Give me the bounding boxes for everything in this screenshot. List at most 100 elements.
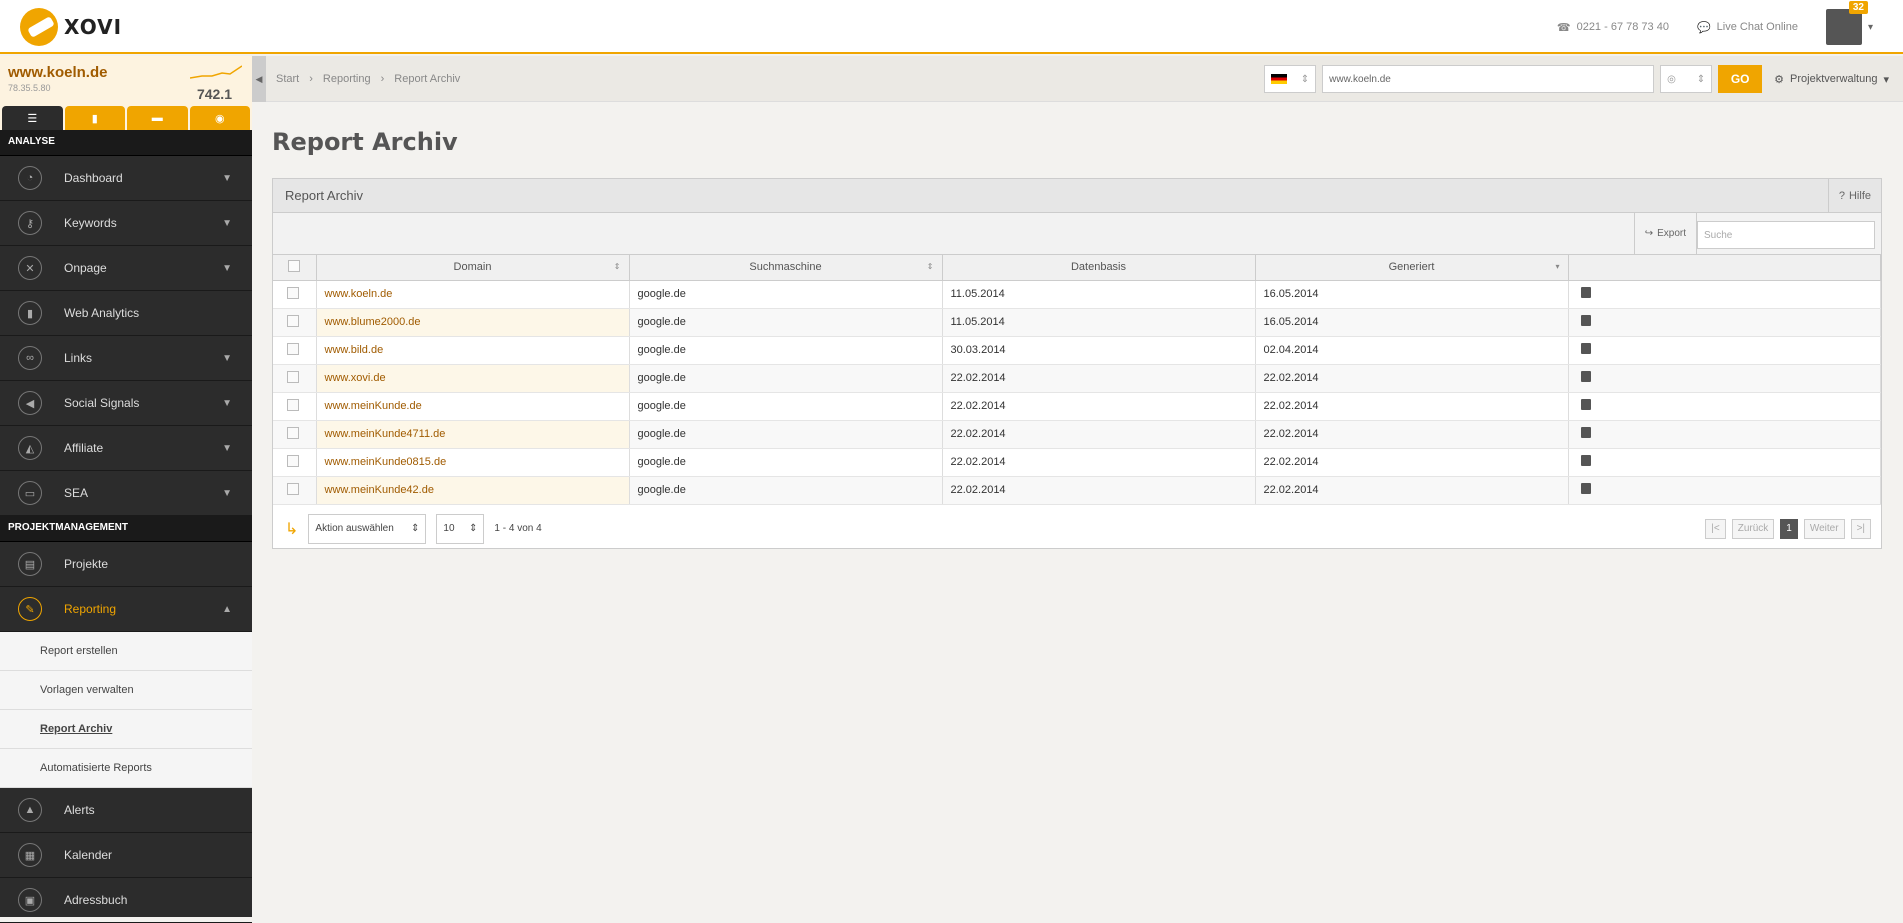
chevron-down-icon[interactable]: ▾ [1868, 22, 1873, 33]
help-button[interactable]: ?Hilfe [1828, 179, 1881, 212]
live-chat-link[interactable]: 💬Live Chat Online [1697, 21, 1798, 34]
bulk-action-select[interactable]: Aktion auswählen⇕ [308, 514, 426, 544]
projektverwaltung-menu[interactable]: ⚙Projektverwaltung▾ [1774, 73, 1889, 86]
engine-select[interactable]: ◎⇕ [1660, 65, 1712, 93]
row-checkbox-cell[interactable] [273, 476, 316, 504]
subnav-report-archiv[interactable]: Report Archiv [0, 710, 252, 749]
breadcrumb-start[interactable]: Start [276, 73, 299, 85]
pdf-download-icon[interactable] [1581, 483, 1591, 494]
country-select[interactable]: ⇕ [1264, 65, 1316, 93]
prev-page-button[interactable]: Zurück [1732, 519, 1775, 539]
row-checkbox[interactable] [287, 455, 299, 467]
domain-link[interactable]: www.meinKunde4711.de [316, 420, 629, 448]
sidebar-item-projekte[interactable]: ▤Projekte [0, 542, 252, 587]
updown-icon: ⇕ [1301, 74, 1309, 85]
pdf-download-icon[interactable] [1581, 399, 1591, 410]
export-button[interactable]: ↪Export [1634, 213, 1697, 254]
tab-users-icon[interactable]: ◉ [190, 106, 251, 130]
sidebar-item-web-analytics[interactable]: ▮Web Analytics [0, 291, 252, 336]
domain-link[interactable]: www.meinKunde42.de [316, 476, 629, 504]
row-checkbox[interactable] [287, 315, 299, 327]
row-checkbox-cell[interactable] [273, 308, 316, 336]
sidebar-item-alerts[interactable]: ▲Alerts [0, 788, 252, 833]
tab-list-icon[interactable]: ☰ [2, 106, 63, 130]
pdf-cell[interactable] [1568, 448, 1881, 476]
row-checkbox[interactable] [287, 287, 299, 299]
row-checkbox[interactable] [287, 343, 299, 355]
project-summary[interactable]: www.koeln.de 78.35.5.80 742.1 [0, 56, 252, 106]
pdf-cell[interactable] [1568, 476, 1881, 504]
table-row: www.xovi.degoogle.de22.02.201422.02.2014 [273, 364, 1881, 392]
sidebar-item-keywords[interactable]: ⚷Keywords▼ [0, 201, 252, 246]
row-checkbox-cell[interactable] [273, 336, 316, 364]
xovi-logo[interactable]: XOVI [20, 8, 122, 46]
domain-link[interactable]: www.meinKunde0815.de [316, 448, 629, 476]
row-checkbox-cell[interactable] [273, 448, 316, 476]
domain-link[interactable]: www.blume2000.de [316, 308, 629, 336]
main-content: ◀ Start› Reporting› Report Archiv ⇕ www.… [252, 56, 1903, 917]
pdf-cell[interactable] [1568, 308, 1881, 336]
avatar[interactable]: 32 [1826, 9, 1862, 45]
top-bar: XOVI ☎0221 - 67 78 73 40 💬Live Chat Onli… [0, 0, 1903, 54]
row-checkbox-cell[interactable] [273, 420, 316, 448]
next-page-button[interactable]: Weiter [1804, 519, 1845, 539]
sidebar-item-label: Kalender [64, 848, 112, 862]
row-checkbox[interactable] [287, 427, 299, 439]
pdf-download-icon[interactable] [1581, 315, 1591, 326]
column-label: Suchmaschine [749, 261, 821, 273]
sidebar-toggle-icon[interactable]: ◀ [252, 56, 266, 102]
sidebar-item-social-signals[interactable]: ◀Social Signals▼ [0, 381, 252, 426]
column-domain[interactable]: Domain⇕ [316, 255, 629, 280]
row-checkbox-cell[interactable] [273, 280, 316, 308]
tab-folder-icon[interactable]: ▬ [127, 106, 188, 130]
select-all-header[interactable] [273, 255, 316, 280]
breadcrumb-reporting[interactable]: Reporting [323, 73, 371, 85]
row-checkbox-cell[interactable] [273, 392, 316, 420]
sidebar-item-affiliate[interactable]: ◭Affiliate▼ [0, 426, 252, 471]
user-menu[interactable]: 32 ▾ [1826, 9, 1873, 45]
domain-link[interactable]: www.xovi.de [316, 364, 629, 392]
row-checkbox[interactable] [287, 483, 299, 495]
subnav-vorlagen-verwalten[interactable]: Vorlagen verwalten [0, 671, 252, 710]
row-checkbox[interactable] [287, 399, 299, 411]
domain-link[interactable]: www.meinKunde.de [316, 392, 629, 420]
search-input[interactable]: Suche [1697, 221, 1875, 249]
pdf-cell[interactable] [1568, 420, 1881, 448]
subnav-report-erstellen[interactable]: Report erstellen [0, 632, 252, 671]
row-checkbox-cell[interactable] [273, 364, 316, 392]
sort-icon: ⇕ [927, 262, 934, 271]
pdf-download-icon[interactable] [1581, 427, 1591, 438]
last-page-button[interactable]: >| [1851, 519, 1871, 539]
subnav-automatisierte-reports[interactable]: Automatisierte Reports [0, 749, 252, 788]
sidebar-item-dashboard[interactable]: ◔Dashboard▼ [0, 156, 252, 201]
select-all-checkbox[interactable] [288, 260, 300, 272]
row-checkbox[interactable] [287, 371, 299, 383]
sidebar-item-onpage[interactable]: ✕Onpage▼ [0, 246, 252, 291]
pdf-download-icon[interactable] [1581, 455, 1591, 466]
column-suchmaschine[interactable]: Suchmaschine ⇕ [629, 255, 942, 280]
page-1-button[interactable]: 1 [1780, 519, 1798, 539]
pdf-cell[interactable] [1568, 364, 1881, 392]
pdf-cell[interactable] [1568, 392, 1881, 420]
column-generiert[interactable]: Generiert▾ [1255, 255, 1568, 280]
pdf-cell[interactable] [1568, 336, 1881, 364]
per-page-value: 10 [443, 523, 454, 534]
tab-chart-icon[interactable]: ▮ [65, 106, 126, 130]
pdf-download-icon[interactable] [1581, 287, 1591, 298]
pdf-download-icon[interactable] [1581, 371, 1591, 382]
generiert-cell: 22.02.2014 [1255, 448, 1568, 476]
go-button[interactable]: GO [1718, 65, 1762, 93]
sidebar-item-links[interactable]: ∞Links▼ [0, 336, 252, 381]
domain-link[interactable]: www.bild.de [316, 336, 629, 364]
pdf-download-icon[interactable] [1581, 343, 1591, 354]
panel-title: Report Archiv [285, 188, 363, 203]
sidebar-item-reporting[interactable]: ✎Reporting▲ [0, 587, 252, 632]
first-page-button[interactable]: |< [1705, 519, 1725, 539]
domain-input[interactable]: www.koeln.de [1322, 65, 1654, 93]
pdf-cell[interactable] [1568, 280, 1881, 308]
sidebar-item-adressbuch[interactable]: ▣Adressbuch [0, 878, 252, 923]
domain-link[interactable]: www.koeln.de [316, 280, 629, 308]
sidebar-item-kalender[interactable]: ▦Kalender [0, 833, 252, 878]
per-page-select[interactable]: 10⇕ [436, 514, 484, 544]
sidebar-item-sea[interactable]: ▭SEA▼ [0, 471, 252, 516]
